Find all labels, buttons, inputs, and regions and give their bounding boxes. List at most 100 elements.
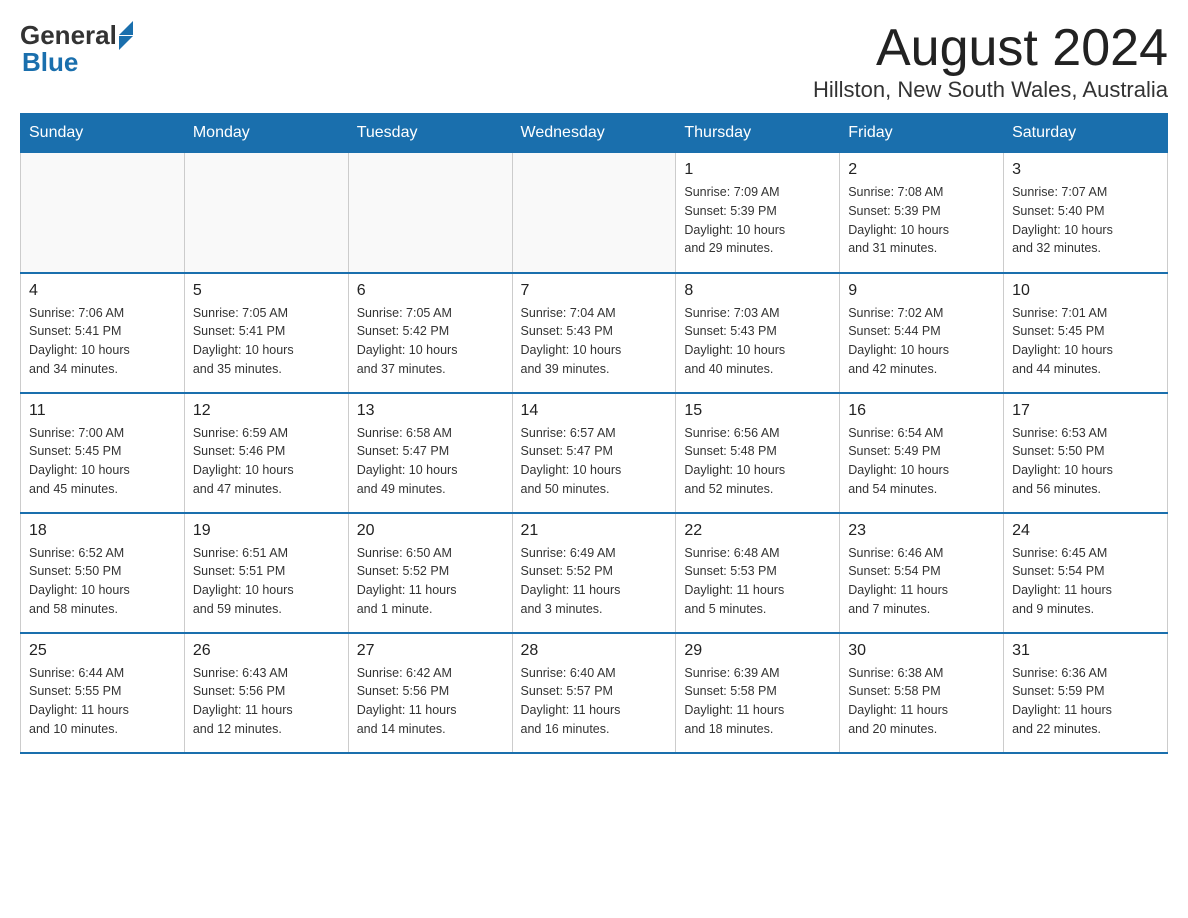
day-number: 27	[357, 642, 504, 660]
day-info: Sunrise: 7:05 AM Sunset: 5:41 PM Dayligh…	[193, 304, 340, 379]
table-row: 21 Sunrise: 6:49 AM Sunset: 5:52 PM Dayli…	[512, 513, 676, 633]
table-row: 13 Sunrise: 6:58 AM Sunset: 5:47 PM Dayli…	[348, 393, 512, 513]
day-info: Sunrise: 7:01 AM Sunset: 5:45 PM Dayligh…	[1012, 304, 1159, 379]
day-info: Sunrise: 7:04 AM Sunset: 5:43 PM Dayligh…	[521, 304, 668, 379]
location-title: Hillston, New South Wales, Australia	[813, 77, 1168, 103]
day-number: 24	[1012, 522, 1159, 540]
day-number: 22	[684, 522, 831, 540]
day-info: Sunrise: 7:08 AM Sunset: 5:39 PM Dayligh…	[848, 183, 995, 258]
calendar-week-row: 4 Sunrise: 7:06 AM Sunset: 5:41 PM Daylig…	[21, 273, 1168, 393]
table-row: 23 Sunrise: 6:46 AM Sunset: 5:54 PM Dayli…	[840, 513, 1004, 633]
day-info: Sunrise: 6:57 AM Sunset: 5:47 PM Dayligh…	[521, 424, 668, 499]
table-row: 14 Sunrise: 6:57 AM Sunset: 5:47 PM Dayli…	[512, 393, 676, 513]
table-row: 1 Sunrise: 7:09 AM Sunset: 5:39 PM Daylig…	[676, 153, 840, 273]
calendar-table: Sunday Monday Tuesday Wednesday Thursday…	[20, 113, 1168, 754]
table-row: 18 Sunrise: 6:52 AM Sunset: 5:50 PM Dayli…	[21, 513, 185, 633]
day-number: 30	[848, 642, 995, 660]
table-row: 20Sunrise: 6:50 AM Sunset: 5:52 PM Dayli…	[348, 513, 512, 633]
calendar-week-row: 25Sunrise: 6:44 AM Sunset: 5:55 PM Dayli…	[21, 633, 1168, 753]
header-wednesday: Wednesday	[512, 114, 676, 153]
day-info: Sunrise: 7:02 AM Sunset: 5:44 PM Dayligh…	[848, 304, 995, 379]
day-info: Sunrise: 6:45 AM Sunset: 5:54 PM Dayligh…	[1012, 544, 1159, 619]
table-row: 16 Sunrise: 6:54 AM Sunset: 5:49 PM Dayli…	[840, 393, 1004, 513]
header-monday: Monday	[184, 114, 348, 153]
day-info: Sunrise: 6:38 AM Sunset: 5:58 PM Dayligh…	[848, 664, 995, 739]
day-number: 11	[29, 402, 176, 420]
day-number: 14	[521, 402, 668, 420]
table-row: 4 Sunrise: 7:06 AM Sunset: 5:41 PM Daylig…	[21, 273, 185, 393]
day-number: 7	[521, 282, 668, 300]
day-number: 6	[357, 282, 504, 300]
day-info: Sunrise: 6:58 AM Sunset: 5:47 PM Dayligh…	[357, 424, 504, 499]
day-info: Sunrise: 6:40 AM Sunset: 5:57 PM Dayligh…	[521, 664, 668, 739]
table-row: 31 Sunrise: 6:36 AM Sunset: 5:59 PM Dayli…	[1004, 633, 1168, 753]
table-row: 17 Sunrise: 6:53 AM Sunset: 5:50 PM Dayli…	[1004, 393, 1168, 513]
day-number: 20	[357, 522, 504, 540]
table-row: 27Sunrise: 6:42 AM Sunset: 5:56 PM Dayli…	[348, 633, 512, 753]
day-number: 1	[684, 161, 831, 179]
day-number: 13	[357, 402, 504, 420]
table-row: 19 Sunrise: 6:51 AM Sunset: 5:51 PM Dayli…	[184, 513, 348, 633]
table-row: 11 Sunrise: 7:00 AM Sunset: 5:45 PM Dayli…	[21, 393, 185, 513]
day-number: 3	[1012, 161, 1159, 179]
table-row: 12Sunrise: 6:59 AM Sunset: 5:46 PM Dayli…	[184, 393, 348, 513]
day-info: Sunrise: 7:03 AM Sunset: 5:43 PM Dayligh…	[684, 304, 831, 379]
day-number: 28	[521, 642, 668, 660]
table-row: 7 Sunrise: 7:04 AM Sunset: 5:43 PM Daylig…	[512, 273, 676, 393]
day-number: 31	[1012, 642, 1159, 660]
day-info: Sunrise: 7:00 AM Sunset: 5:45 PM Dayligh…	[29, 424, 176, 499]
table-row: 28 Sunrise: 6:40 AM Sunset: 5:57 PM Dayli…	[512, 633, 676, 753]
day-info: Sunrise: 6:52 AM Sunset: 5:50 PM Dayligh…	[29, 544, 176, 619]
day-info: Sunrise: 6:49 AM Sunset: 5:52 PM Dayligh…	[521, 544, 668, 619]
day-info: Sunrise: 6:43 AM Sunset: 5:56 PM Dayligh…	[193, 664, 340, 739]
day-number: 21	[521, 522, 668, 540]
day-number: 15	[684, 402, 831, 420]
logo: General Blue	[20, 20, 133, 78]
table-row: 29 Sunrise: 6:39 AM Sunset: 5:58 PM Dayli…	[676, 633, 840, 753]
header-saturday: Saturday	[1004, 114, 1168, 153]
header-tuesday: Tuesday	[348, 114, 512, 153]
day-number: 19	[193, 522, 340, 540]
table-row	[348, 153, 512, 273]
day-number: 25	[29, 642, 176, 660]
table-row: 2 Sunrise: 7:08 AM Sunset: 5:39 PM Daylig…	[840, 153, 1004, 273]
day-number: 29	[684, 642, 831, 660]
table-row: 26 Sunrise: 6:43 AM Sunset: 5:56 PM Dayli…	[184, 633, 348, 753]
calendar-week-row: 18 Sunrise: 6:52 AM Sunset: 5:50 PM Dayli…	[21, 513, 1168, 633]
day-info: Sunrise: 6:46 AM Sunset: 5:54 PM Dayligh…	[848, 544, 995, 619]
month-title: August 2024	[813, 20, 1168, 77]
table-row	[21, 153, 185, 273]
table-row: 10Sunrise: 7:01 AM Sunset: 5:45 PM Dayli…	[1004, 273, 1168, 393]
table-row: 24 Sunrise: 6:45 AM Sunset: 5:54 PM Dayli…	[1004, 513, 1168, 633]
page-header: General Blue August 2024 Hillston, New S…	[20, 20, 1168, 103]
day-info: Sunrise: 6:56 AM Sunset: 5:48 PM Dayligh…	[684, 424, 831, 499]
table-row: 25Sunrise: 6:44 AM Sunset: 5:55 PM Dayli…	[21, 633, 185, 753]
day-number: 18	[29, 522, 176, 540]
day-number: 17	[1012, 402, 1159, 420]
day-info: Sunrise: 7:09 AM Sunset: 5:39 PM Dayligh…	[684, 183, 831, 258]
day-info: Sunrise: 6:48 AM Sunset: 5:53 PM Dayligh…	[684, 544, 831, 619]
table-row: 8Sunrise: 7:03 AM Sunset: 5:43 PM Daylig…	[676, 273, 840, 393]
calendar-week-row: 11 Sunrise: 7:00 AM Sunset: 5:45 PM Dayli…	[21, 393, 1168, 513]
day-info: Sunrise: 7:05 AM Sunset: 5:42 PM Dayligh…	[357, 304, 504, 379]
table-row: 22 Sunrise: 6:48 AM Sunset: 5:53 PM Dayli…	[676, 513, 840, 633]
day-info: Sunrise: 6:53 AM Sunset: 5:50 PM Dayligh…	[1012, 424, 1159, 499]
day-number: 12	[193, 402, 340, 420]
day-number: 23	[848, 522, 995, 540]
day-number: 4	[29, 282, 176, 300]
day-info: Sunrise: 6:54 AM Sunset: 5:49 PM Dayligh…	[848, 424, 995, 499]
title-section: August 2024 Hillston, New South Wales, A…	[813, 20, 1168, 103]
table-row: 15 Sunrise: 6:56 AM Sunset: 5:48 PM Dayli…	[676, 393, 840, 513]
day-info: Sunrise: 6:51 AM Sunset: 5:51 PM Dayligh…	[193, 544, 340, 619]
day-info: Sunrise: 6:39 AM Sunset: 5:58 PM Dayligh…	[684, 664, 831, 739]
day-number: 26	[193, 642, 340, 660]
day-number: 2	[848, 161, 995, 179]
day-number: 16	[848, 402, 995, 420]
calendar-week-row: 1 Sunrise: 7:09 AM Sunset: 5:39 PM Daylig…	[21, 153, 1168, 273]
header-thursday: Thursday	[676, 114, 840, 153]
table-row: 9Sunrise: 7:02 AM Sunset: 5:44 PM Daylig…	[840, 273, 1004, 393]
table-row: 3Sunrise: 7:07 AM Sunset: 5:40 PM Daylig…	[1004, 153, 1168, 273]
table-row: 30 Sunrise: 6:38 AM Sunset: 5:58 PM Dayli…	[840, 633, 1004, 753]
day-info: Sunrise: 6:36 AM Sunset: 5:59 PM Dayligh…	[1012, 664, 1159, 739]
day-info: Sunrise: 7:06 AM Sunset: 5:41 PM Dayligh…	[29, 304, 176, 379]
